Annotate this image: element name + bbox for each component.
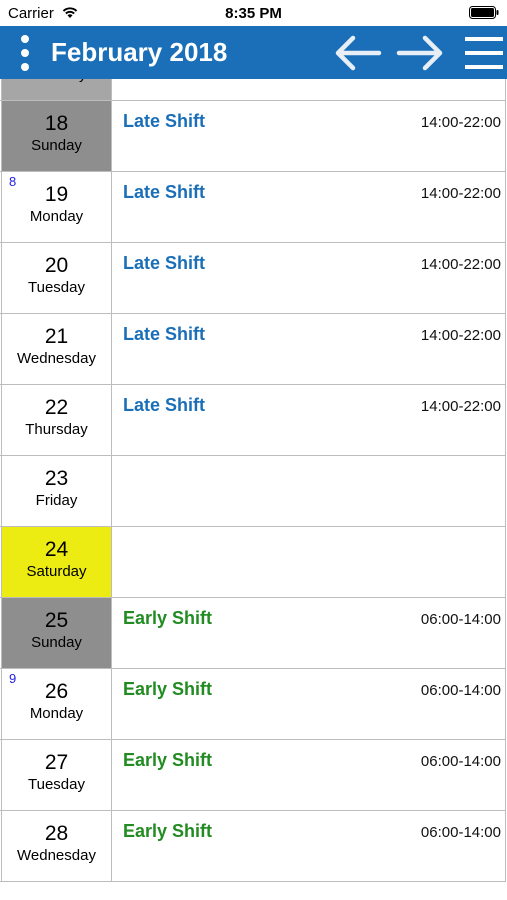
day-row[interactable]: 20 Tuesday Late Shift 14:00-22:00: [0, 243, 506, 314]
weekday-name: Wednesday: [17, 847, 96, 864]
day-row[interactable]: 9 26 Monday Early Shift 06:00-14:00: [0, 669, 506, 740]
shift-cell[interactable]: Late Shift 14:00-22:00: [113, 314, 506, 384]
day-cell[interactable]: 22 Thursday: [1, 385, 112, 455]
weekday-name: Tuesday: [28, 279, 85, 296]
weekday-name: Wednesday: [17, 350, 96, 367]
shift-time: 06:00-14:00: [420, 682, 501, 699]
shift-cell[interactable]: Late Shift 14:00-22:00: [113, 101, 506, 171]
shift-time: 14:00-22:00: [420, 398, 501, 415]
weekday-name: Tuesday: [28, 776, 85, 793]
hamburger-menu-icon[interactable]: [464, 35, 504, 71]
day-cell[interactable]: 24 Saturday: [1, 527, 112, 597]
shift-time: 14:00-22:00: [420, 256, 501, 273]
day-number: 21: [44, 325, 69, 348]
shift-name: Early Shift: [123, 750, 213, 770]
app-header: February 2018: [0, 26, 507, 79]
shift-cell[interactable]: Early Shift 06:00-14:00: [113, 811, 506, 881]
shift-name: Late Shift: [123, 395, 206, 415]
arrow-right-icon[interactable]: [395, 33, 447, 73]
weekday-name: Saturday: [2, 79, 111, 85]
weekday-name: Saturday: [26, 563, 87, 580]
day-number: 19: [44, 183, 69, 206]
shift-time: 14:00-22:00: [420, 327, 501, 344]
weekday-name: Monday: [29, 208, 84, 225]
day-number: 18: [44, 112, 69, 135]
day-row[interactable]: 18 Sunday Late Shift 14:00-22:00: [0, 101, 506, 172]
day-cell[interactable]: 20 Tuesday: [1, 243, 112, 313]
shift-cell[interactable]: Late Shift 14:00-22:00: [113, 243, 506, 313]
day-cell[interactable]: 9 26 Monday: [1, 669, 112, 739]
shift-cell[interactable]: [113, 456, 506, 526]
status-bar: Carrier 8:35 PM: [0, 0, 507, 26]
week-number: 8: [9, 174, 17, 189]
shift-time: 06:00-14:00: [420, 611, 501, 628]
shift-name: Early Shift: [123, 821, 213, 841]
day-number: 26: [44, 680, 69, 703]
day-number: 25: [44, 609, 69, 632]
day-cell[interactable]: 23 Friday: [1, 456, 112, 526]
day-cell[interactable]: 8 19 Monday: [1, 172, 112, 242]
shift-cell[interactable]: Early Shift 06:00-14:00: [113, 740, 506, 810]
day-cell[interactable]: 18 Sunday: [1, 101, 112, 171]
day-row[interactable]: 23 Friday: [0, 456, 506, 527]
shift-time: 14:00-22:00: [420, 114, 501, 131]
kebab-menu-icon[interactable]: [18, 35, 32, 71]
arrow-left-icon[interactable]: [331, 33, 383, 73]
shift-name: Late Shift: [123, 253, 206, 273]
clock-time: 8:35 PM: [225, 5, 282, 22]
calendar-rows: 17Saturday18SundayLate Shift14:00-22:008…: [0, 79, 507, 882]
day-row[interactable]: 25 Sunday Early Shift 06:00-14:00: [0, 598, 506, 669]
shift-name: Early Shift: [123, 679, 213, 699]
day-number: 24: [44, 538, 69, 561]
shift-cell[interactable]: Early Shift 06:00-14:00: [113, 669, 506, 739]
day-row[interactable]: 27 Tuesday Early Shift 06:00-14:00: [0, 740, 506, 811]
week-number: 9: [9, 671, 17, 686]
shift-time: 14:00-22:00: [420, 185, 501, 202]
day-row[interactable]: 22 Thursday Late Shift 14:00-22:00: [0, 385, 506, 456]
calendar-list[interactable]: 17Saturday18SundayLate Shift14:00-22:008…: [0, 79, 507, 900]
day-number: 27: [44, 751, 69, 774]
shift-name: Late Shift: [123, 111, 206, 131]
shift-time: 06:00-14:00: [420, 753, 501, 770]
weekday-name: Thursday: [25, 421, 88, 438]
weekday-name: Sunday: [31, 634, 82, 651]
shift-time: 06:00-14:00: [420, 824, 501, 841]
shift-name: Late Shift: [123, 324, 206, 344]
shift-cell[interactable]: Late Shift 14:00-22:00: [113, 172, 506, 242]
day-cell[interactable]: 17Saturday: [1, 79, 112, 100]
shift-cell[interactable]: Late Shift 14:00-22:00: [113, 385, 506, 455]
day-row[interactable]: 24 Saturday: [0, 527, 506, 598]
battery-icon: [469, 6, 499, 19]
day-cell[interactable]: 21 Wednesday: [1, 314, 112, 384]
day-row[interactable]: 17Saturday: [0, 79, 506, 101]
month-title: February 2018: [51, 37, 228, 67]
day-number: 20: [44, 254, 69, 277]
shift-name: Late Shift: [123, 182, 206, 202]
shift-name: Early Shift: [123, 608, 213, 628]
shift-cell[interactable]: [113, 79, 506, 100]
weekday-name: Monday: [29, 705, 84, 722]
weekday-name: Friday: [35, 492, 78, 509]
day-cell[interactable]: 25 Sunday: [1, 598, 112, 668]
day-number: 23: [44, 467, 69, 490]
day-number: 22: [44, 396, 69, 419]
day-number: 28: [44, 822, 69, 845]
day-cell[interactable]: 27 Tuesday: [1, 740, 112, 810]
day-row[interactable]: 8 19 Monday Late Shift 14:00-22:00: [0, 172, 506, 243]
shift-cell[interactable]: Early Shift 06:00-14:00: [113, 598, 506, 668]
day-row[interactable]: 28 Wednesday Early Shift 06:00-14:00: [0, 811, 506, 882]
weekday-name: Sunday: [31, 137, 82, 154]
shift-cell[interactable]: [113, 527, 506, 597]
day-cell[interactable]: 28 Wednesday: [1, 811, 112, 881]
day-row[interactable]: 21 Wednesday Late Shift 14:00-22:00: [0, 314, 506, 385]
